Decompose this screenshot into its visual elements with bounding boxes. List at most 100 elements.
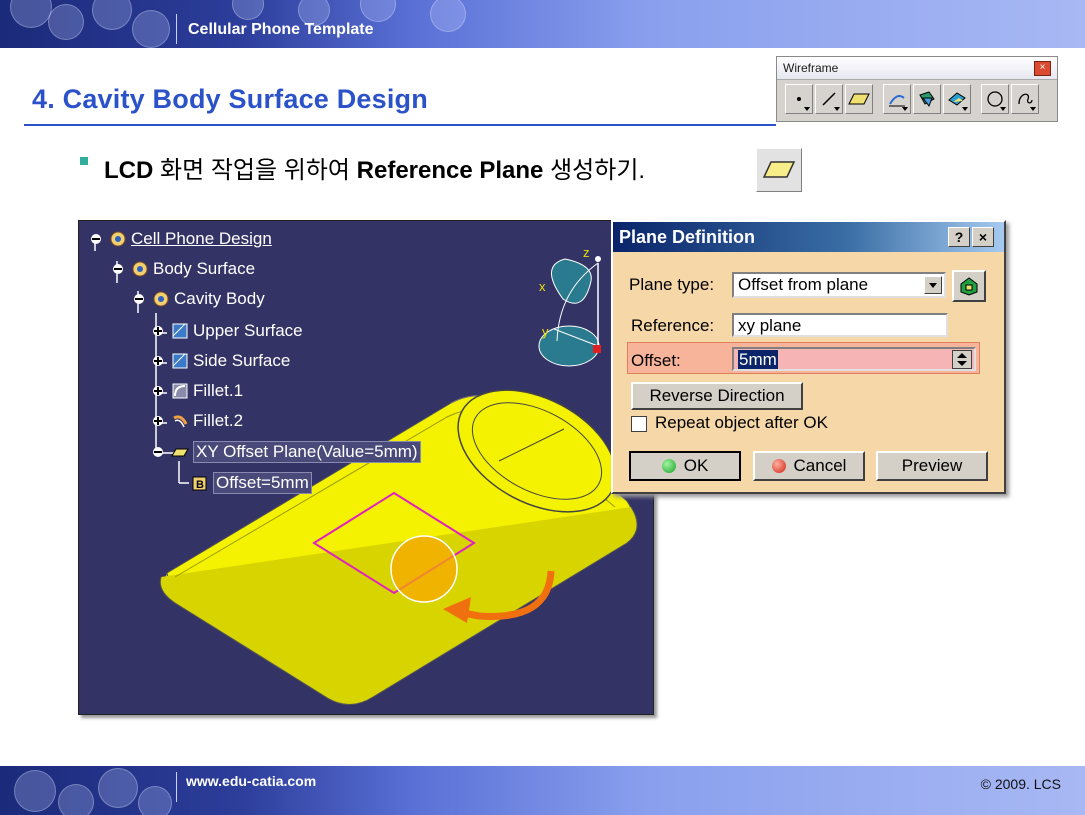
instruction-text: LCD 화면 작업을 위하여 Reference Plane 생성하기. xyxy=(104,150,645,185)
cancel-button[interactable]: Cancel xyxy=(753,451,865,481)
fillet-icon xyxy=(173,415,188,428)
toolbar-title: Wireframe xyxy=(777,57,1057,80)
title-divider xyxy=(24,124,776,126)
spin-arrows-icon[interactable] xyxy=(952,350,972,369)
reference-label: Reference: xyxy=(631,316,715,335)
decor-circle xyxy=(92,0,132,30)
instruction-part: 생성하기. xyxy=(543,157,646,184)
tree-item-label: Body Surface xyxy=(153,259,256,278)
ok-label: OK xyxy=(683,456,709,475)
catia-3d-viewport[interactable]: z x y Cell Phone Design Body Surface Cav… xyxy=(78,220,654,715)
red-dot-icon xyxy=(771,459,786,473)
intersection-icon[interactable] xyxy=(913,84,941,114)
spline-icon[interactable] xyxy=(1011,84,1039,114)
plane-icon xyxy=(171,448,189,457)
tree-item-label: Upper Surface xyxy=(193,321,303,340)
offset-surface-icon[interactable] xyxy=(943,84,971,114)
tree-item-upper-surface[interactable]: Upper Surface xyxy=(149,321,303,341)
fillet-icon xyxy=(172,383,188,399)
reverse-direction-button[interactable]: Reverse Direction xyxy=(631,382,803,410)
plus-icon[interactable] xyxy=(149,412,167,430)
parameter-icon: B xyxy=(192,476,207,491)
bullet-marker xyxy=(80,157,88,165)
decor-circle xyxy=(430,0,466,32)
wireframe-toolbar[interactable]: Wireframe × xyxy=(776,56,1058,122)
plane-command-icon[interactable] xyxy=(756,148,802,192)
svg-text:B: B xyxy=(196,479,204,491)
plane-type-select[interactable]: Offset from plane xyxy=(732,272,946,298)
tree-item-cavity-body[interactable]: Cavity Body xyxy=(130,289,265,309)
plus-icon[interactable] xyxy=(149,322,167,340)
cancel-label: Cancel xyxy=(793,456,847,475)
point-icon[interactable] xyxy=(785,84,813,114)
offset-label: Offset: xyxy=(631,351,681,370)
decor-circle xyxy=(14,770,56,812)
body-icon xyxy=(153,291,169,307)
header-title: Cellular Phone Template xyxy=(188,21,374,38)
surface-icon xyxy=(172,323,188,339)
part-icon xyxy=(132,261,148,277)
plane-type-value: Offset from plane xyxy=(738,275,869,294)
tree-item-side-surface[interactable]: Side Surface xyxy=(149,351,290,371)
surface-icon xyxy=(172,353,188,369)
header-band: Cellular Phone Template xyxy=(0,0,1085,48)
plane-definition-dialog[interactable]: Plane Definition ? × Plane type: Offset … xyxy=(611,220,1006,494)
projection-icon[interactable] xyxy=(883,84,911,114)
decor-circle xyxy=(48,4,84,40)
tree-item-label: Fillet.2 xyxy=(193,411,244,430)
plus-icon[interactable] xyxy=(149,352,167,370)
decor-circle xyxy=(360,0,396,22)
instruction-part: LCD xyxy=(104,157,154,184)
ok-button[interactable]: OK xyxy=(629,451,741,481)
tree-item-offset-parameter[interactable]: B Offset=5mm xyxy=(191,472,312,494)
tree-item-xy-offset-plane[interactable]: XY Offset Plane(Value=5mm) xyxy=(149,441,421,463)
minus-icon[interactable] xyxy=(87,230,105,248)
stacking-commands-icon[interactable] xyxy=(952,270,986,302)
offset-value: 5mm xyxy=(738,350,778,369)
tree-item-fillet-2[interactable]: Fillet.2 xyxy=(149,411,243,431)
green-dot-icon xyxy=(661,459,676,473)
tree-item-body-surface[interactable]: Body Surface xyxy=(109,259,255,279)
toolbar-separator xyxy=(973,84,979,116)
copyright-text: © 2009. LCS xyxy=(980,776,1061,792)
preview-button[interactable]: Preview xyxy=(876,451,988,481)
reference-field[interactable]: xy plane xyxy=(732,313,948,337)
decor-circle xyxy=(58,784,94,815)
instruction-part: Reference Plane xyxy=(356,157,544,184)
tree-item-label: Cavity Body xyxy=(174,289,265,308)
plus-icon[interactable] xyxy=(149,382,167,400)
divider xyxy=(176,772,177,802)
instruction-part: 화면 작업을 위하여 xyxy=(153,157,357,184)
compass-z-label: z xyxy=(583,245,590,260)
plane-type-label: Plane type: xyxy=(629,275,715,294)
decor-circle xyxy=(232,0,264,20)
offset-field[interactable]: 5mm xyxy=(732,347,976,371)
minus-icon[interactable] xyxy=(109,260,127,278)
minus-icon[interactable] xyxy=(149,443,167,461)
page-title: 4. Cavity Body Surface Design xyxy=(32,84,428,114)
product-icon xyxy=(110,231,126,247)
help-icon[interactable]: ? xyxy=(948,227,970,247)
minus-icon[interactable] xyxy=(130,290,148,308)
divider xyxy=(176,14,177,44)
tree-item-label: Side Surface xyxy=(193,351,291,370)
decor-circle xyxy=(98,768,138,808)
compass-x-label: x xyxy=(539,279,546,294)
chevron-down-icon[interactable] xyxy=(924,276,942,294)
tree-item-cell-phone-design[interactable]: Cell Phone Design xyxy=(87,229,272,249)
tree-item-fillet-1[interactable]: Fillet.1 xyxy=(149,381,243,401)
repeat-object-checkbox[interactable] xyxy=(631,416,647,432)
tree-item-label: Fillet.1 xyxy=(193,381,244,400)
footer-band xyxy=(0,766,1085,815)
decor-circle xyxy=(138,786,172,815)
plane-icon[interactable] xyxy=(845,84,873,114)
decor-circle xyxy=(10,0,52,28)
tree-item-label: XY Offset Plane(Value=5mm) xyxy=(193,441,421,463)
close-icon[interactable]: × xyxy=(1034,61,1051,76)
dialog-title: Plane Definition xyxy=(613,222,1004,252)
close-icon[interactable]: × xyxy=(972,227,994,247)
circle-icon[interactable] xyxy=(981,84,1009,114)
line-icon[interactable] xyxy=(815,84,843,114)
footer-url[interactable]: www.edu-catia.com xyxy=(186,773,316,789)
repeat-object-label: Repeat object after OK xyxy=(655,413,828,432)
